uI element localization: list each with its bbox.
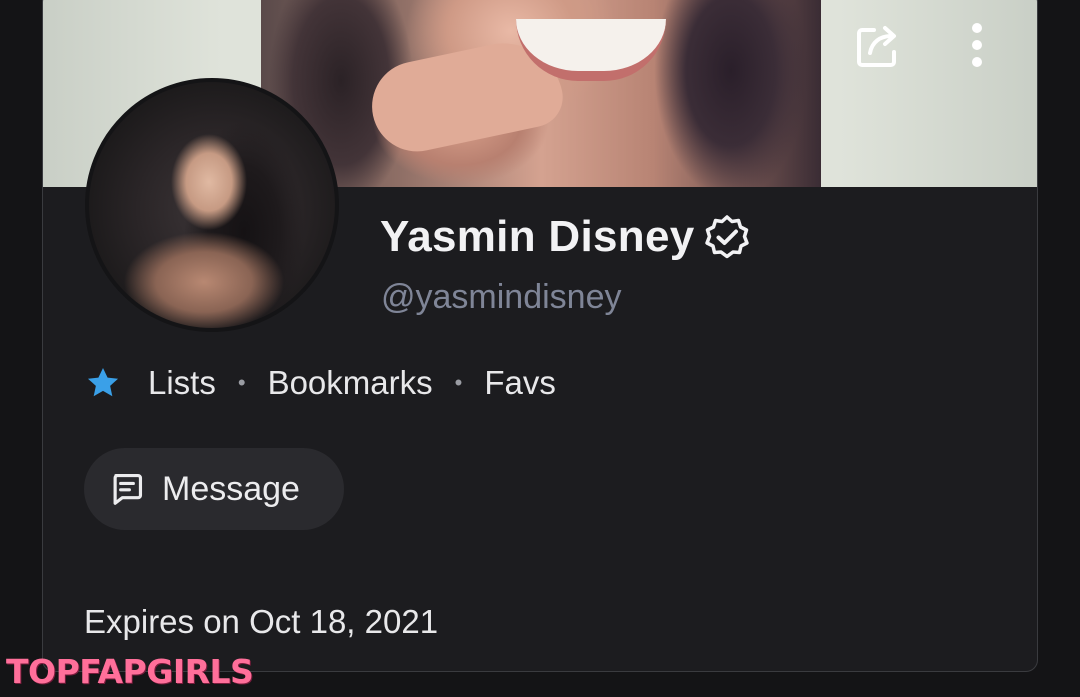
header-actions bbox=[853, 19, 1003, 71]
cover-photo bbox=[261, 0, 821, 187]
avatar[interactable] bbox=[85, 78, 339, 332]
share-icon bbox=[857, 26, 896, 67]
more-vertical-icon bbox=[972, 23, 982, 67]
more-options-button[interactable] bbox=[951, 19, 1003, 71]
separator-dot: • bbox=[454, 370, 463, 395]
message-icon bbox=[108, 470, 146, 508]
message-button[interactable]: Message bbox=[84, 448, 344, 530]
profile-lists-row: Lists • Bookmarks • Favs bbox=[84, 364, 556, 402]
verified-badge-icon bbox=[704, 215, 749, 259]
star-icon[interactable] bbox=[84, 364, 122, 402]
profile-handle: @yasmindisney bbox=[381, 278, 622, 316]
profile-page: Yasmin Disney @yasmindisney Lists • Book… bbox=[0, 0, 1080, 697]
separator-dot: • bbox=[237, 370, 246, 395]
bookmarks-link[interactable]: Bookmarks bbox=[268, 364, 433, 402]
profile-name-row: Yasmin Disney bbox=[380, 212, 751, 262]
lists-link[interactable]: Lists bbox=[148, 364, 216, 402]
profile-name: Yasmin Disney bbox=[380, 212, 695, 261]
subscription-expiry: Expires on Oct 18, 2021 bbox=[84, 603, 439, 640]
message-button-label: Message bbox=[162, 469, 300, 508]
favs-link[interactable]: Favs bbox=[484, 364, 556, 402]
watermark-logo: TOPFAPGIRLS bbox=[6, 652, 254, 691]
share-button[interactable] bbox=[853, 19, 905, 71]
